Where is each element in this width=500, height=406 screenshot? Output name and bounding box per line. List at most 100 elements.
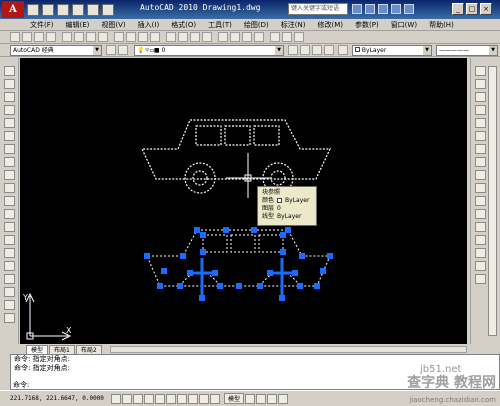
pan-icon[interactable] — [166, 32, 176, 42]
drawing-canvas[interactable]: Y X — [20, 58, 467, 344]
grid-icon[interactable] — [122, 393, 132, 404]
menu-parameter[interactable]: 参数(P) — [355, 20, 379, 30]
layer-properties-icon[interactable] — [118, 45, 128, 55]
construction-line-icon[interactable] — [4, 79, 15, 89]
copy-icon[interactable] — [98, 32, 108, 42]
plot-icon[interactable] — [46, 32, 56, 42]
sheet-set-icon[interactable] — [254, 32, 264, 42]
grip-point[interactable] — [157, 283, 163, 289]
plot-icon[interactable] — [102, 3, 114, 16]
design-center-icon[interactable] — [230, 32, 240, 42]
make-current-icon[interactable] — [288, 45, 298, 55]
polyline-icon[interactable] — [4, 92, 15, 102]
arc-icon[interactable] — [4, 131, 15, 141]
rectangle-icon[interactable] — [4, 118, 15, 128]
menu-file[interactable]: 文件(F) — [30, 20, 54, 30]
erase-icon[interactable] — [475, 66, 486, 76]
ellipse-icon[interactable] — [4, 183, 15, 193]
grip-point[interactable] — [280, 232, 286, 238]
grip-point[interactable] — [257, 283, 263, 289]
grip-point[interactable] — [297, 283, 303, 289]
grip-point[interactable] — [299, 253, 305, 259]
insert-block-icon[interactable] — [4, 209, 15, 219]
steering-wheel-icon[interactable] — [278, 393, 289, 404]
grip-point[interactable] — [200, 249, 206, 255]
minimize-button[interactable]: _ — [452, 3, 464, 15]
zoom-icon[interactable] — [267, 393, 278, 404]
drawing-svg[interactable]: Y X — [20, 58, 467, 344]
vertical-scrollbar[interactable] — [488, 66, 497, 336]
hatch-icon[interactable] — [4, 248, 15, 258]
menu-tools[interactable]: 工具(T) — [208, 20, 232, 30]
polygon-icon[interactable] — [4, 105, 15, 115]
model-space-button[interactable]: 模型 — [224, 393, 245, 404]
tab-layout2[interactable]: 布局2 — [75, 345, 102, 354]
zoom-realtime-icon[interactable] — [178, 32, 188, 42]
copy-object-icon[interactable] — [475, 79, 486, 89]
communication-icon[interactable] — [378, 4, 388, 14]
help-icon[interactable] — [294, 32, 304, 42]
preview-icon[interactable] — [62, 32, 72, 42]
app-menu-button[interactable]: A — [2, 1, 24, 18]
grip-point[interactable] — [177, 283, 183, 289]
grip-point[interactable] — [327, 253, 333, 259]
grip-point[interactable] — [217, 283, 223, 289]
menu-draw[interactable]: 绘图(D) — [244, 20, 269, 30]
stretch-icon[interactable] — [475, 170, 486, 180]
new-icon[interactable] — [10, 32, 20, 42]
color-dropdown[interactable]: ByLayer ▼ — [352, 45, 432, 56]
properties-icon[interactable] — [218, 32, 228, 42]
move-icon[interactable] — [475, 131, 486, 141]
grip-point[interactable] — [200, 232, 206, 238]
undo-icon[interactable] — [72, 3, 84, 16]
scale-icon[interactable] — [475, 157, 486, 167]
save-icon[interactable] — [57, 3, 69, 16]
rotate-icon[interactable] — [475, 144, 486, 154]
tool-palettes-icon[interactable] — [242, 32, 252, 42]
grip-point[interactable] — [280, 249, 286, 255]
menu-dimension[interactable]: 标注(N) — [281, 20, 306, 30]
paste-icon[interactable] — [114, 32, 124, 42]
close-button[interactable]: × — [480, 3, 492, 15]
menu-view[interactable]: 视图(V) — [101, 20, 125, 30]
workspace-settings-icon[interactable] — [106, 45, 116, 55]
dyn-icon[interactable] — [188, 393, 198, 404]
zoom-window-icon[interactable] — [190, 32, 200, 42]
offset-icon[interactable] — [475, 105, 486, 115]
osnap-icon[interactable] — [155, 393, 165, 404]
extend-icon[interactable] — [475, 196, 486, 206]
zoom-previous-icon[interactable] — [202, 32, 212, 42]
otrack-icon[interactable] — [166, 393, 176, 404]
open-icon[interactable] — [22, 32, 32, 42]
linetype-dropdown[interactable]: ————— ▼ — [436, 45, 498, 56]
layer-previous-icon[interactable] — [300, 45, 310, 55]
color-icon[interactable] — [338, 45, 348, 55]
array-icon[interactable] — [475, 118, 486, 128]
multiline-text-icon[interactable] — [4, 300, 15, 310]
line-icon[interactable] — [4, 66, 15, 76]
grip-point[interactable] — [251, 227, 257, 233]
break-icon[interactable] — [475, 222, 486, 232]
cut-icon[interactable] — [86, 32, 96, 42]
markup-icon[interactable] — [270, 32, 280, 42]
redo-icon[interactable] — [150, 32, 160, 42]
save-icon[interactable] — [34, 32, 44, 42]
menu-edit[interactable]: 编辑(E) — [66, 20, 90, 30]
tab-layout1[interactable]: 布局1 — [49, 345, 75, 354]
table-icon[interactable] — [4, 287, 15, 297]
trim-icon[interactable] — [475, 183, 486, 193]
menu-help[interactable]: 帮助(H) — [429, 20, 454, 30]
grip-point[interactable] — [320, 268, 326, 274]
ellipse-arc-icon[interactable] — [4, 196, 15, 206]
polar-icon[interactable] — [144, 393, 154, 404]
publish-icon[interactable] — [74, 32, 84, 42]
circle-icon[interactable] — [4, 144, 15, 154]
horizontal-scrollbar[interactable] — [110, 346, 467, 353]
tab-model[interactable]: 模型 — [26, 345, 49, 354]
grip-point[interactable] — [194, 227, 200, 233]
snap-icon[interactable] — [111, 393, 121, 404]
menu-window[interactable]: 窗口(W) — [391, 20, 417, 30]
gradient-icon[interactable] — [4, 261, 15, 271]
menu-format[interactable]: 格式(O) — [171, 20, 196, 30]
open-icon[interactable] — [42, 3, 54, 16]
